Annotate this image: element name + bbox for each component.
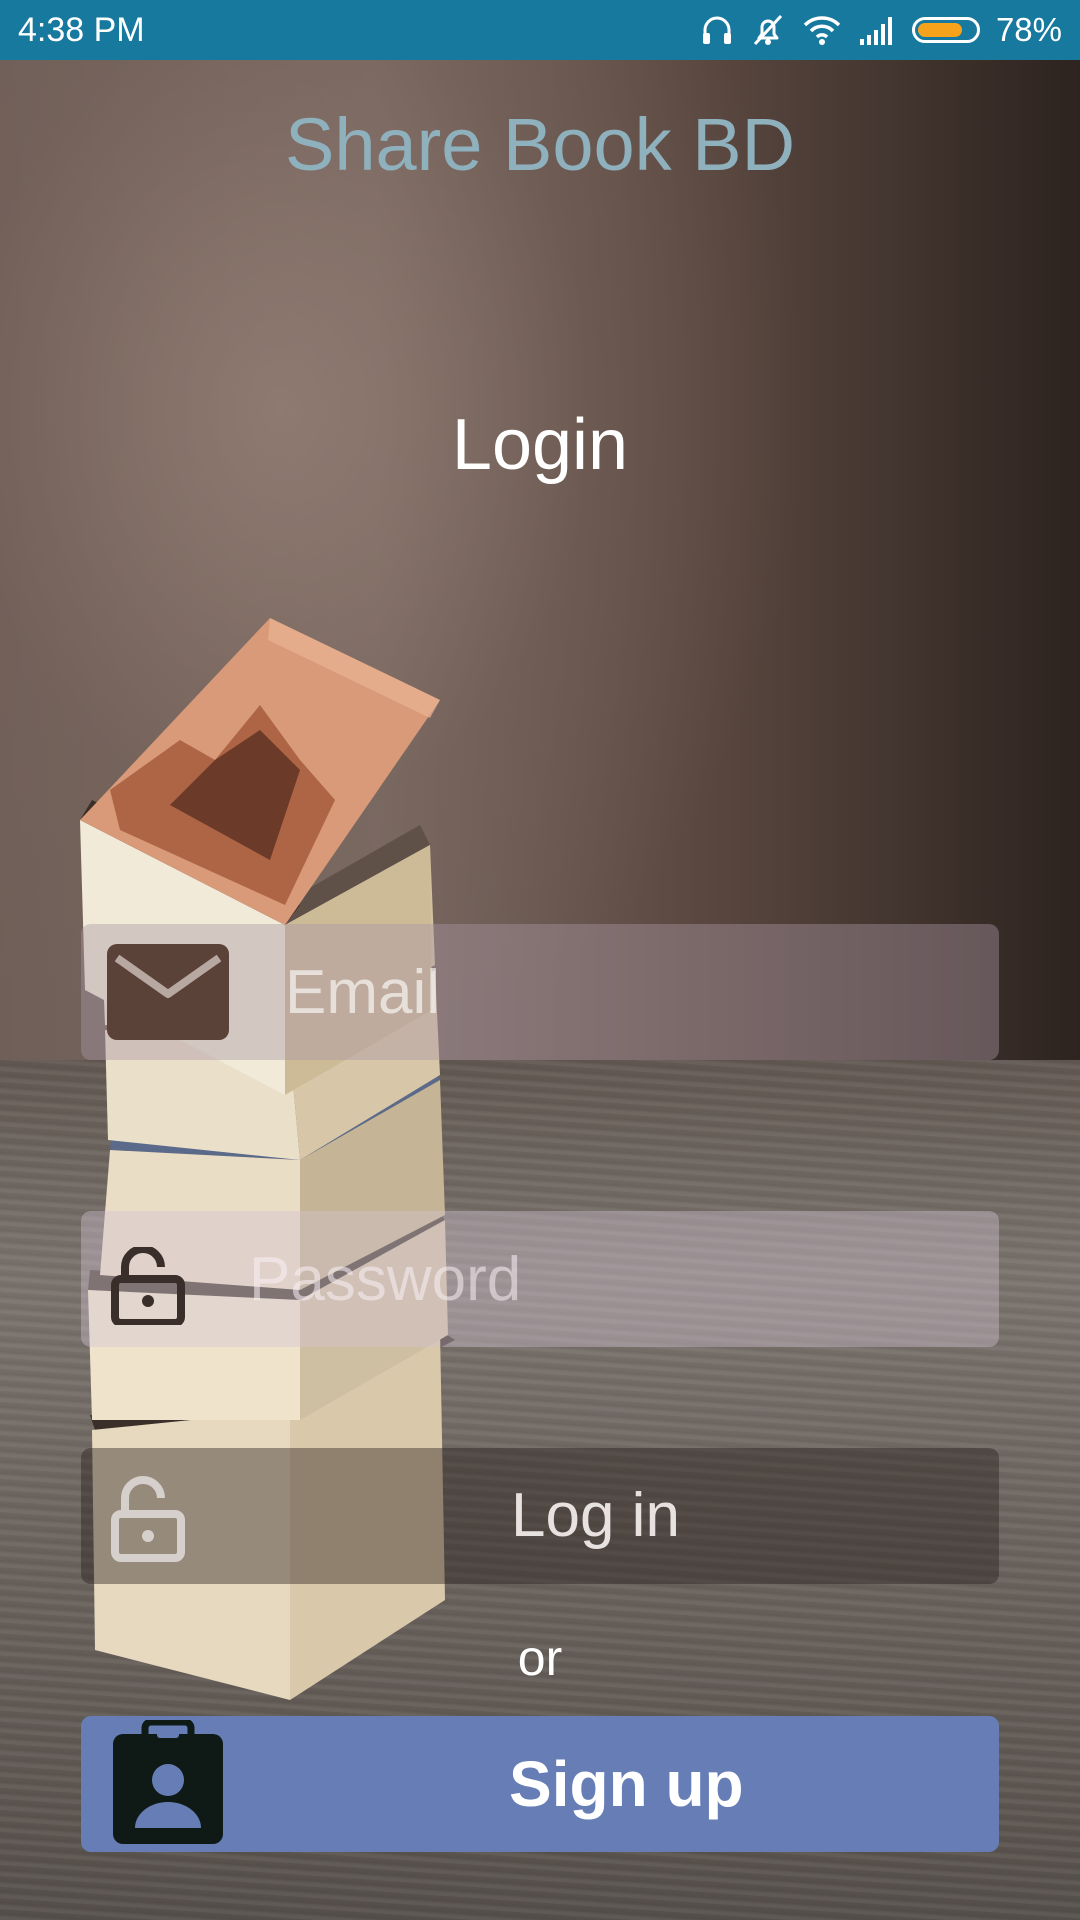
battery-level xyxy=(917,23,962,37)
email-field[interactable] xyxy=(81,924,999,1060)
signup-button-label: Sign up xyxy=(509,1748,744,1820)
status-bar: 4:38 PM 78% xyxy=(0,0,1080,60)
login-button[interactable]: Log in xyxy=(81,1448,999,1584)
signup-button[interactable]: Sign up xyxy=(81,1716,999,1852)
wifi-icon xyxy=(803,16,841,45)
password-field[interactable] xyxy=(81,1211,999,1347)
password-input[interactable] xyxy=(249,1211,979,1347)
page-title: Login xyxy=(451,405,629,485)
status-icons: 78% xyxy=(700,8,1062,52)
lock-icon xyxy=(111,1247,185,1325)
mute-icon xyxy=(753,14,783,46)
app-title: Share Book BD xyxy=(284,103,796,186)
battery-percent: 78% xyxy=(995,11,1062,48)
status-time: 4:38 PM xyxy=(18,11,145,49)
headset-icon xyxy=(702,16,731,44)
lock-icon xyxy=(111,1476,185,1562)
login-button-label: Log in xyxy=(511,1481,680,1550)
contact-badge-icon xyxy=(113,1720,223,1844)
email-input[interactable] xyxy=(285,924,979,1060)
battery-icon xyxy=(911,17,980,43)
signal-icon xyxy=(859,17,892,45)
or-separator: or xyxy=(517,1630,563,1686)
login-screen: 4:38 PM 78% Share Book BD Login Email Lo… xyxy=(0,0,1080,1920)
email-icon xyxy=(107,944,229,1040)
